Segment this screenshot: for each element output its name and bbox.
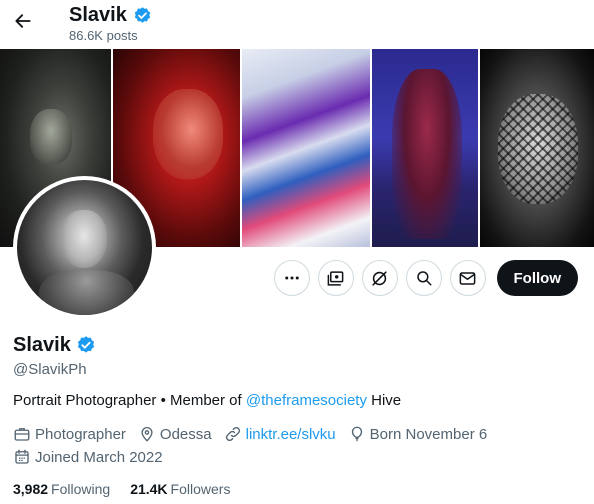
meta-birthday: Born November 6 — [348, 425, 488, 443]
follow-stats: 3,982 Following 21.4K Followers — [13, 481, 250, 497]
following-label: Following — [51, 481, 111, 497]
bio-text: Portrait Photographer • Member of — [13, 392, 246, 409]
banner-photo-4 — [372, 49, 478, 247]
search-icon — [416, 271, 431, 286]
search-button[interactable] — [405, 260, 442, 296]
grok-icon — [372, 270, 387, 286]
balloon-icon — [351, 426, 362, 442]
meta-location-label: Odessa — [159, 425, 212, 443]
profile-bio: Portrait Photographer • Member of @thefr… — [13, 392, 401, 409]
verified-badge-icon[interactable] — [76, 335, 96, 355]
back-button[interactable] — [8, 6, 38, 36]
bio-text-end: Hive — [366, 392, 402, 409]
more-icon — [284, 276, 299, 280]
follow-button[interactable]: Follow — [496, 260, 578, 296]
followers-count: 21.4K — [130, 481, 168, 497]
message-icon — [459, 271, 476, 285]
briefcase-icon — [14, 428, 30, 441]
profile-header-bar: Slavik 86.6K posts — [0, 0, 594, 49]
meta-joined-label: Joined March 2022 — [35, 448, 163, 466]
header-posts-count: 86.6K posts — [69, 28, 138, 43]
calendar-icon — [15, 449, 29, 464]
profile-actions: Follow — [273, 260, 578, 296]
profile-joined-row: Joined March 2022 — [13, 448, 175, 466]
header-name: Slavik — [69, 4, 127, 26]
meta-birthday-label: Born November 6 — [369, 425, 488, 443]
banner-photo-5 — [480, 49, 594, 247]
meta-category-label: Photographer — [35, 425, 126, 443]
message-button[interactable] — [449, 260, 486, 296]
subscriptions-button[interactable] — [317, 260, 354, 296]
more-button[interactable] — [273, 260, 310, 296]
profile-name-row: Slavik — [13, 333, 96, 357]
meta-joined: Joined March 2022 — [13, 448, 163, 466]
profile-handle: @SlavikPh — [13, 361, 87, 378]
banner-photo-3 — [242, 49, 370, 247]
link-icon — [225, 426, 240, 442]
header-title-row: Slavik — [69, 3, 152, 27]
profile-meta-row: Photographer Odessa linktr.ee/slvku Born… — [13, 425, 499, 443]
meta-website-link[interactable]: linktr.ee/slvku — [246, 426, 336, 443]
subscriptions-icon — [327, 270, 344, 286]
bio-mention-link[interactable]: @theframesociety — [246, 392, 367, 409]
meta-category: Photographer — [13, 425, 126, 443]
grok-button[interactable] — [361, 260, 398, 296]
following-count: 3,982 — [13, 481, 49, 497]
meta-location: Odessa — [138, 425, 212, 443]
followers-label: Followers — [170, 481, 231, 497]
verified-badge-icon — [134, 6, 151, 23]
following-link[interactable]: 3,982 Following — [13, 481, 110, 497]
meta-website[interactable]: linktr.ee/slvku — [224, 425, 336, 443]
avatar[interactable] — [13, 176, 156, 319]
profile-name: Slavik — [13, 334, 71, 356]
followers-link[interactable]: 21.4K Followers — [130, 481, 230, 497]
location-pin-icon — [141, 427, 153, 442]
avatar-image — [17, 180, 152, 315]
back-arrow-icon — [15, 14, 31, 28]
